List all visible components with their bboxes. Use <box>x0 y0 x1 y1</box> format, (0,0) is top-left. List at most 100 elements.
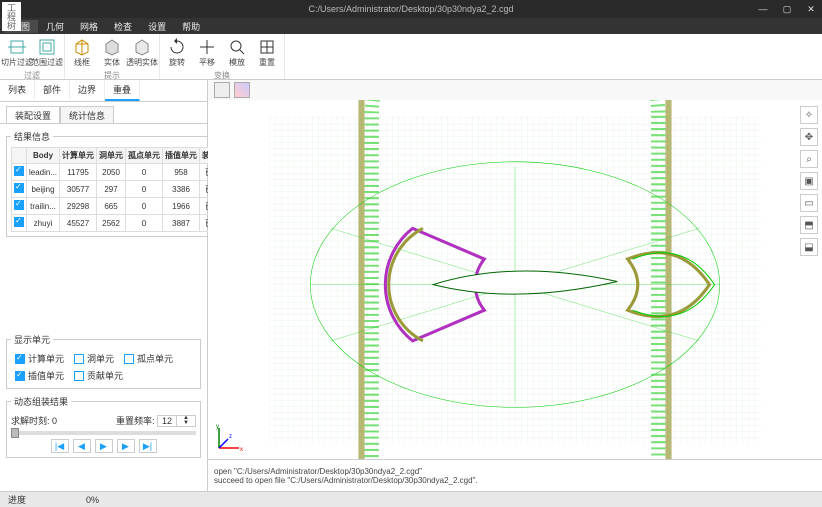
checkbox-icon <box>74 371 84 381</box>
checkbox-icon <box>124 354 134 364</box>
range-filter-button[interactable]: 范围过滤 <box>32 36 62 70</box>
console: open "C:/Users/Administrator/Desktop/30p… <box>208 459 822 491</box>
display-check[interactable]: 计算单元 <box>15 352 64 365</box>
subtab-statistics[interactable]: 统计信息 <box>60 106 114 124</box>
col-header: 洞单元 <box>97 148 126 164</box>
menu-settings[interactable]: 设置 <box>140 20 174 33</box>
compass-tool[interactable]: ✧ <box>800 106 818 124</box>
row-checkbox[interactable] <box>14 200 24 210</box>
titlebar: G C:/Users/Administrator/Desktop/30p30nd… <box>0 0 822 18</box>
cell-calc: 11795 <box>60 164 97 181</box>
step-forward-button[interactable]: ▶ <box>117 439 135 453</box>
axis-gizmo: x y z <box>214 423 244 453</box>
step-back-button[interactable]: ◀ <box>73 439 91 453</box>
display-check[interactable]: 洞单元 <box>74 352 114 365</box>
display-group: 显示单元 计算单元洞单元孤点单元插值单元 贡献单元 <box>6 333 201 389</box>
display-check[interactable]: 孤点单元 <box>124 352 173 365</box>
select-tool[interactable]: ▭ <box>800 194 818 212</box>
cell-body: trailin... <box>27 198 60 215</box>
tab-parts[interactable]: 部件 <box>35 80 70 101</box>
svg-text:y: y <box>216 424 219 430</box>
menu-help[interactable]: 帮助 <box>174 20 208 33</box>
titlebar-path: C:/Users/Administrator/Desktop/30p30ndya… <box>308 4 513 14</box>
slice-filter-button[interactable]: 切片过滤 <box>2 36 32 70</box>
time-slider[interactable] <box>11 431 196 435</box>
minimize-button[interactable]: — <box>756 4 770 15</box>
wireframe-icon <box>73 38 91 56</box>
menu-mesh[interactable]: 网格 <box>72 20 106 33</box>
skip-forward-button[interactable]: ▶| <box>139 439 157 453</box>
row-checkbox[interactable] <box>14 166 24 176</box>
subtab-assembly-settings[interactable]: 装配设置 <box>6 106 60 124</box>
rotate-button[interactable]: 旋转 <box>162 36 192 70</box>
reset-icon <box>258 38 276 56</box>
console-line-2: succeed to open file "C:/Users/Administr… <box>214 476 816 485</box>
result-table: Body计算单元洞单元孤点单元插值单元装配状态 leadin... 11795 … <box>11 147 237 232</box>
check-label: 插值单元 <box>28 369 64 382</box>
dynamic-legend: 动态组装结果 <box>11 395 71 408</box>
tab-boundary[interactable]: 边界 <box>70 80 105 101</box>
reset-button[interactable]: 重置 <box>252 36 282 70</box>
cell-interp: 958 <box>163 164 200 181</box>
transparent-icon <box>133 38 151 56</box>
cell-orphan: 0 <box>126 181 163 198</box>
display-check[interactable]: 插值单元 <box>15 369 64 382</box>
checkbox-icon <box>15 354 25 364</box>
ribbon-group-transform: 旋转 平移 模放 重置 变换 <box>160 34 285 79</box>
pan-button[interactable]: 平移 <box>192 36 222 70</box>
cell-body: zhuyi <box>27 215 60 232</box>
view-top-tool[interactable]: ⬒ <box>800 216 818 234</box>
zoom-tool[interactable]: ⌕ <box>800 150 818 168</box>
check-label: 贡献单元 <box>87 369 123 382</box>
cell-interp: 1966 <box>163 198 200 215</box>
ribbon-group-filter: 切片过滤 范围过滤 过滤 <box>0 34 65 79</box>
viewport[interactable]: x y z <box>208 100 822 459</box>
transparent-button[interactable]: 透明实体 <box>127 36 157 70</box>
checkbox-icon <box>74 354 84 364</box>
cell-calc: 30577 <box>60 181 97 198</box>
cell-interp: 3887 <box>163 215 200 232</box>
project-tree-label: 工程树 <box>2 2 21 31</box>
col-header: 插值单元 <box>163 148 200 164</box>
check-label: 计算单元 <box>28 352 64 365</box>
table-row[interactable]: leadin... 11795 2050 0 958 已完成! <box>12 164 237 181</box>
zoom-button[interactable]: 模放 <box>222 36 252 70</box>
result-info-group: 结果信息 Body计算单元洞单元孤点单元插值单元装配状态 leadin... 1… <box>6 130 242 237</box>
fit-tool[interactable]: ▣ <box>800 172 818 190</box>
table-row[interactable]: beijing 30577 297 0 3386 已完成! <box>12 181 237 198</box>
rotate-icon <box>168 38 186 56</box>
wireframe-button[interactable]: 线框 <box>67 36 97 70</box>
skip-back-button[interactable]: |◀ <box>51 439 69 453</box>
status-label: 进度 <box>8 493 26 506</box>
menu-check[interactable]: 检查 <box>106 20 140 33</box>
display-check[interactable]: 贡献单元 <box>74 369 123 382</box>
status-value: 0% <box>86 495 99 505</box>
statusbar: 进度 0% <box>0 491 822 507</box>
display-legend: 显示单元 <box>11 333 53 346</box>
col-header: 计算单元 <box>60 148 97 164</box>
table-row[interactable]: zhuyi 45527 2562 0 3887 已完成! <box>12 215 237 232</box>
view-front-tool[interactable]: ⬓ <box>800 238 818 256</box>
cell-hole: 2562 <box>97 215 126 232</box>
cell-hole: 2050 <box>97 164 126 181</box>
range-icon <box>38 38 56 56</box>
canvas-area: x y z ✧ ✥ ⌕ ▣ ▭ ⬒ ⬓ open "C:/Users/Admin… <box>208 80 822 491</box>
view-mode-icon-2[interactable] <box>234 82 250 98</box>
tab-list[interactable]: 列表 <box>0 80 35 101</box>
solid-button[interactable]: 实体 <box>97 36 127 70</box>
col-header: Body <box>27 148 60 164</box>
table-row[interactable]: trailin... 29298 665 0 1966 已完成! <box>12 198 237 215</box>
cell-orphan: 0 <box>126 198 163 215</box>
rebuild-freq-spinner[interactable]: 12▲▼ <box>157 415 196 427</box>
play-button[interactable]: ▶ <box>95 439 113 453</box>
menu-geometry[interactable]: 几何 <box>38 20 72 33</box>
view-mode-icon-1[interactable] <box>214 82 230 98</box>
solve-time-label: 求解时刻: <box>11 416 50 426</box>
solve-time-value: 0 <box>52 416 57 426</box>
row-checkbox[interactable] <box>14 183 24 193</box>
close-button[interactable]: ✕ <box>804 4 818 15</box>
maximize-button[interactable]: ▢ <box>780 4 794 15</box>
pan-tool[interactable]: ✥ <box>800 128 818 146</box>
row-checkbox[interactable] <box>14 217 24 227</box>
tab-overlap[interactable]: 重叠 <box>105 80 140 101</box>
